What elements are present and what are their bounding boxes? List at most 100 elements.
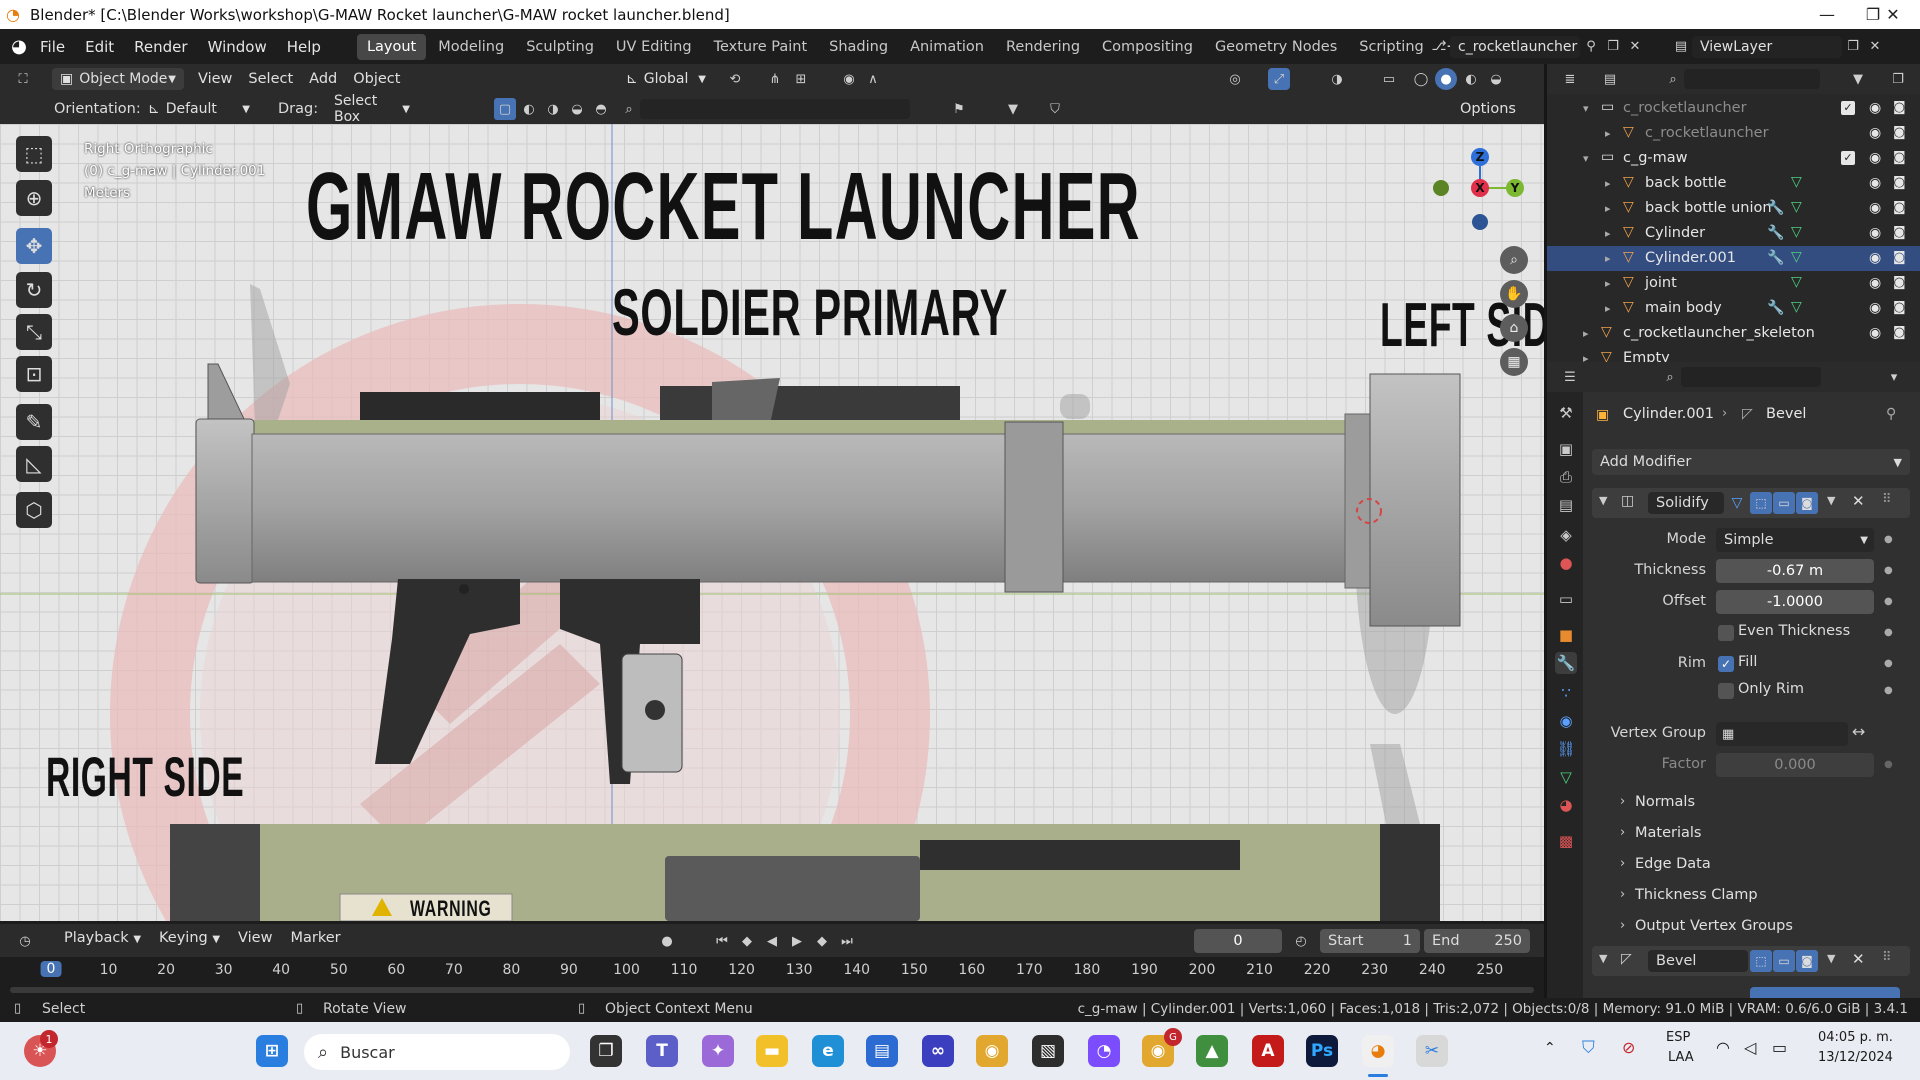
collection-tab-icon[interactable]: ▭ (1555, 588, 1577, 610)
render-camera-icon[interactable]: ◙ (1893, 325, 1906, 340)
modifier-indicator-icon[interactable]: 🔧 (1767, 300, 1784, 316)
outliner-row[interactable]: ▸ ▽ Cylinder.001 ◉ ◙ 🔧 ▽ (1547, 246, 1920, 271)
timeline-ruler[interactable]: 0 10 20 30 40 50 60 70 80 90 100 110 120 130 140 150 160… (0, 957, 1544, 998)
visibility-eye-icon[interactable]: ◉ (1869, 325, 1881, 341)
cursor-tool[interactable]: ⊕ (16, 180, 52, 216)
material-shading-icon[interactable]: ◐ (1460, 68, 1482, 90)
visibility-eye-icon[interactable]: ◉ (1869, 300, 1881, 316)
modifier-indicator-icon[interactable]: 🔧 (1767, 225, 1784, 241)
world-tab-icon[interactable]: ● (1555, 552, 1577, 574)
subpanel-normals[interactable]: Normals (1635, 794, 1695, 810)
render-camera-icon[interactable]: ◙ (1893, 275, 1906, 290)
visibility-eye-icon[interactable]: ◉ (1869, 275, 1881, 291)
mesh-data-icon[interactable]: ▽ (1791, 174, 1802, 190)
next-keyframe-icon[interactable]: ◆ (811, 930, 833, 952)
even-thickness-checkbox[interactable] (1718, 625, 1734, 641)
tab-sculpting[interactable]: Sculpting (516, 34, 604, 60)
editor-type-icon[interactable]: ⛶ (12, 68, 34, 90)
snipping-icon[interactable]: ✂ (1416, 1035, 1448, 1067)
add-modifier-button[interactable]: Add Modifier ▼ (1592, 449, 1910, 475)
pin-icon[interactable]: ⚲ (1580, 36, 1602, 58)
sticky-icon[interactable]: ▧ (1032, 1035, 1064, 1067)
view-layer-tab-icon[interactable]: ▤ (1555, 494, 1577, 516)
animate-dot-icon[interactable]: ● (1884, 685, 1893, 696)
expand-chevron-icon[interactable]: ▾ (1583, 152, 1589, 165)
minimize-button[interactable]: — (1804, 0, 1850, 29)
current-frame-field[interactable]: 0 (1194, 929, 1282, 953)
play-reverse-icon[interactable]: ◀ (761, 930, 783, 952)
subpanel-thickness-clamp[interactable]: Thickness Clamp (1635, 887, 1758, 903)
modifier-tab-icon[interactable]: 🔧 (1555, 652, 1577, 674)
drag-dropdown[interactable]: Select Box ▼ (326, 93, 418, 125)
data-tab-icon[interactable]: ▽ (1555, 766, 1577, 788)
realtime-display-icon[interactable]: ▭ (1773, 492, 1795, 514)
render-camera-icon[interactable]: ◙ (1893, 125, 1906, 140)
search-input[interactable] (640, 99, 910, 119)
vs-icon[interactable]: ∞ (922, 1035, 954, 1067)
scene-selector-icon[interactable]: ⎇ (1428, 36, 1450, 58)
taskbar-search[interactable]: ⌕ Buscar (304, 1034, 570, 1070)
outliner-row[interactable]: ▸ ▽ back bottle union ◉ ◙ 🔧 ▽ (1547, 196, 1920, 221)
visibility-eye-icon[interactable]: ◉ (1869, 175, 1881, 191)
navigation-gizmo[interactable]: Z Y X (1425, 134, 1535, 244)
animate-dot-icon[interactable]: ● (1884, 627, 1893, 638)
vertex-group-field[interactable]: ▦ (1716, 722, 1848, 746)
expand-chevron-icon[interactable]: ▸ (1605, 302, 1611, 315)
select-mode-set-icon[interactable]: ▢ (494, 98, 516, 120)
outliner-row[interactable]: ▸ ▽ main body ◉ ◙ 🔧 ▽ (1547, 296, 1920, 321)
animate-dot-icon[interactable]: ● (1884, 596, 1893, 607)
tab-scripting[interactable]: Scripting (1349, 34, 1433, 60)
timeline-view-menu[interactable]: View (230, 930, 280, 946)
filter-icon[interactable]: ▼ (1847, 68, 1869, 90)
tab-rendering[interactable]: Rendering (996, 34, 1090, 60)
select-box-tool[interactable]: ⬚ (16, 136, 52, 172)
select-mode-invert-icon[interactable]: ◒ (566, 98, 588, 120)
tab-shading[interactable]: Shading (819, 34, 898, 60)
pan-hand-icon[interactable]: ✋ (1500, 280, 1528, 308)
camera-icon[interactable]: ⌂ (1500, 314, 1528, 342)
task-view-icon[interactable]: ❐ (590, 1035, 622, 1067)
fill-checkbox[interactable]: ✓ (1718, 656, 1734, 672)
edit-mode-cage-icon[interactable]: ▽ (1726, 492, 1748, 514)
solid-shading-icon[interactable]: ● (1435, 68, 1457, 90)
options-dropdown[interactable]: Options (1452, 101, 1524, 117)
bevel-width-field[interactable] (1750, 987, 1900, 998)
modifier-indicator-icon[interactable]: 🔧 (1767, 200, 1784, 216)
delete-view-layer-icon[interactable]: ✕ (1864, 36, 1886, 58)
wireframe-shading-icon[interactable]: ◯ (1410, 68, 1432, 90)
timeline-editor-icon[interactable]: ◷ (14, 930, 36, 952)
tab-uv-editing[interactable]: UV Editing (606, 34, 702, 60)
tab-animation[interactable]: Animation (900, 34, 994, 60)
remove-modifier-icon[interactable]: ✕ (1852, 492, 1865, 510)
particles-tab-icon[interactable]: ∵ (1555, 682, 1577, 704)
properties-editor-icon[interactable]: ☰ (1559, 366, 1581, 388)
drag-handle-icon[interactable]: ⠿ (1882, 950, 1892, 965)
expand-chevron-icon[interactable]: ▸ (1605, 277, 1611, 290)
select-mode-extend-icon[interactable]: ◐ (518, 98, 540, 120)
output-tab-icon[interactable]: ⎙ (1555, 466, 1577, 488)
mode-dropdown[interactable]: ▣ Object Mode ▼ (52, 68, 184, 90)
move-tool[interactable]: ✥ (16, 228, 52, 264)
photoshop-icon[interactable]: Ps (1306, 1035, 1338, 1067)
select-mode-intersect-icon[interactable]: ◓ (590, 98, 612, 120)
mesh-data-icon[interactable]: ▽ (1791, 224, 1802, 240)
thickness-field[interactable]: -0.67 m (1716, 559, 1874, 583)
overlays-icon[interactable]: ◑ (1326, 68, 1348, 90)
copilot-icon[interactable]: ✦ (702, 1035, 734, 1067)
search-icon[interactable]: ⌕ (618, 98, 640, 120)
prev-keyframe-icon[interactable]: ◆ (736, 930, 758, 952)
outliner-search-input[interactable] (1684, 69, 1820, 89)
expand-chevron-icon[interactable]: ▸ (1583, 327, 1589, 340)
tab-compositing[interactable]: Compositing (1092, 34, 1203, 60)
menu-object[interactable]: Object (345, 71, 408, 87)
render-camera-icon[interactable]: ◙ (1893, 300, 1906, 315)
timeline-scrollbar[interactable] (10, 987, 1534, 993)
blender-taskbar-icon[interactable]: ◕ (1362, 1035, 1394, 1067)
close-window-button[interactable]: ✕ (1870, 0, 1916, 29)
new-view-layer-icon[interactable]: ❐ (1842, 36, 1864, 58)
outliner-row[interactable]: ▸ ▽ back bottle ◉ ◙ ▽ (1547, 171, 1920, 196)
menu-view[interactable]: View (190, 71, 240, 87)
animate-dot-icon[interactable]: ● (1884, 759, 1893, 770)
end-frame-field[interactable]: End 250 (1424, 929, 1530, 953)
app-icon[interactable]: ◔ (1088, 1035, 1120, 1067)
